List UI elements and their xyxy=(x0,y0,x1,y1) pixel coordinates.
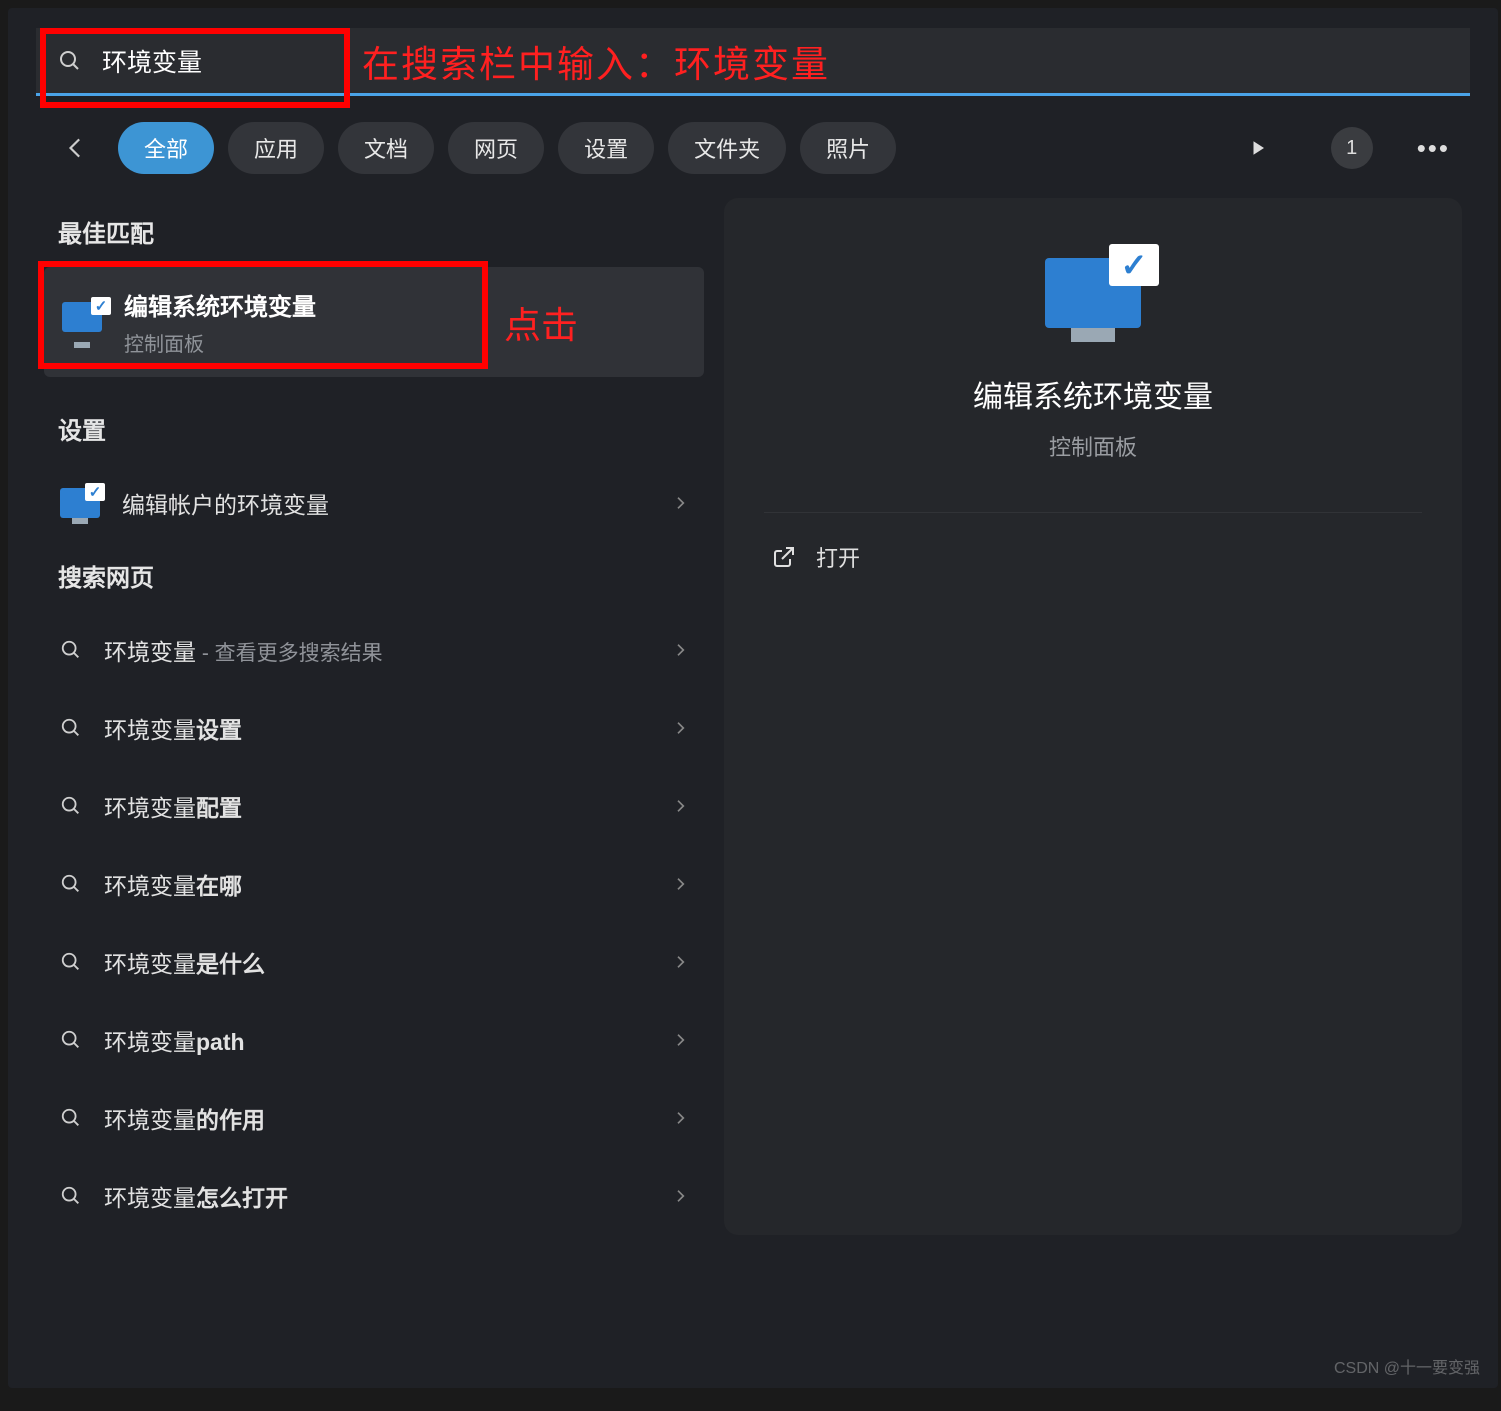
chevron-right-icon xyxy=(672,720,688,736)
monitor-check-icon-large: ✓ xyxy=(1038,258,1148,342)
filter-tabs: 全部 应用 文档 网页 设置 文件夹 照片 1 ••• xyxy=(8,96,1498,198)
search-icon xyxy=(58,49,82,73)
open-label: 打开 xyxy=(816,541,860,573)
web-search-item[interactable]: 环境变量的作用 xyxy=(44,1079,704,1157)
best-match-item[interactable]: ✓ 编辑系统环境变量 控制面板 点击 xyxy=(44,267,704,377)
search-icon xyxy=(60,1185,82,1207)
preview-panel: ✓ 编辑系统环境变量 控制面板 打开 xyxy=(724,198,1462,1235)
settings-item-edit-user-env[interactable]: ✓ 编辑帐户的环境变量 xyxy=(44,464,704,542)
chevron-right-icon xyxy=(672,798,688,814)
search-icon xyxy=(60,1107,82,1129)
tab-all[interactable]: 全部 xyxy=(118,122,214,174)
tab-docs[interactable]: 文档 xyxy=(338,122,434,174)
search-icon xyxy=(60,873,82,895)
list-item-label: 环境变量path xyxy=(104,1023,650,1057)
chevron-right-icon xyxy=(672,954,688,970)
notification-badge[interactable]: 1 xyxy=(1331,127,1373,169)
search-bar[interactable]: 在搜索栏中输入：环境变量 xyxy=(36,28,1470,96)
web-search-item[interactable]: 环境变量设置 xyxy=(44,689,704,767)
web-search-item[interactable]: 环境变量在哪 xyxy=(44,845,704,923)
chevron-right-icon xyxy=(672,642,688,658)
web-search-item[interactable]: 环境变量配置 xyxy=(44,767,704,845)
open-icon xyxy=(772,545,796,569)
section-best-match: 最佳匹配 xyxy=(44,198,704,267)
web-search-item[interactable]: 环境变量怎么打开 xyxy=(44,1157,704,1235)
tab-web[interactable]: 网页 xyxy=(448,122,544,174)
back-arrow-icon[interactable] xyxy=(64,135,90,161)
preview-sub: 控制面板 xyxy=(764,430,1422,462)
search-icon xyxy=(60,1029,82,1051)
list-item-label: 环境变量在哪 xyxy=(104,867,650,901)
section-search-web: 搜索网页 xyxy=(44,542,704,611)
annotation-click: 点击 xyxy=(504,295,578,349)
list-item-label: 环境变量配置 xyxy=(104,789,650,823)
chevron-right-icon xyxy=(672,1188,688,1204)
play-icon[interactable] xyxy=(1249,139,1267,157)
tab-apps[interactable]: 应用 xyxy=(228,122,324,174)
chevron-right-icon xyxy=(672,1032,688,1048)
tab-folders[interactable]: 文件夹 xyxy=(668,122,786,174)
monitor-check-icon: ✓ xyxy=(60,488,100,518)
annotation-search: 在搜索栏中输入：环境变量 xyxy=(362,34,830,88)
preview-title: 编辑系统环境变量 xyxy=(764,372,1422,416)
list-item-label: 环境变量 - 查看更多搜索结果 xyxy=(104,633,650,667)
web-search-item[interactable]: 环境变量 - 查看更多搜索结果 xyxy=(44,611,704,689)
chevron-right-icon xyxy=(672,495,688,511)
tab-photos[interactable]: 照片 xyxy=(800,122,896,174)
list-item-label: 环境变量的作用 xyxy=(104,1101,650,1135)
more-icon[interactable]: ••• xyxy=(1417,133,1450,164)
search-input[interactable] xyxy=(102,46,342,75)
search-icon xyxy=(60,951,82,973)
watermark: CSDN @十一要变强 xyxy=(1334,1354,1480,1378)
list-item-label: 环境变量是什么 xyxy=(104,945,650,979)
list-item-label: 编辑帐户的环境变量 xyxy=(122,486,650,520)
web-search-item[interactable]: 环境变量是什么 xyxy=(44,923,704,1001)
monitor-check-icon: ✓ xyxy=(62,302,106,342)
chevron-right-icon xyxy=(672,1110,688,1126)
open-action[interactable]: 打开 xyxy=(764,512,1422,601)
search-icon xyxy=(60,639,82,661)
list-item-label: 环境变量怎么打开 xyxy=(104,1179,650,1213)
list-item-label: 环境变量设置 xyxy=(104,711,650,745)
web-search-item[interactable]: 环境变量path xyxy=(44,1001,704,1079)
chevron-right-icon xyxy=(672,876,688,892)
search-icon xyxy=(60,717,82,739)
best-match-sub: 控制面板 xyxy=(124,328,316,357)
search-icon xyxy=(60,795,82,817)
tab-settings[interactable]: 设置 xyxy=(558,122,654,174)
section-settings: 设置 xyxy=(44,395,704,464)
best-match-title: 编辑系统环境变量 xyxy=(124,287,316,322)
